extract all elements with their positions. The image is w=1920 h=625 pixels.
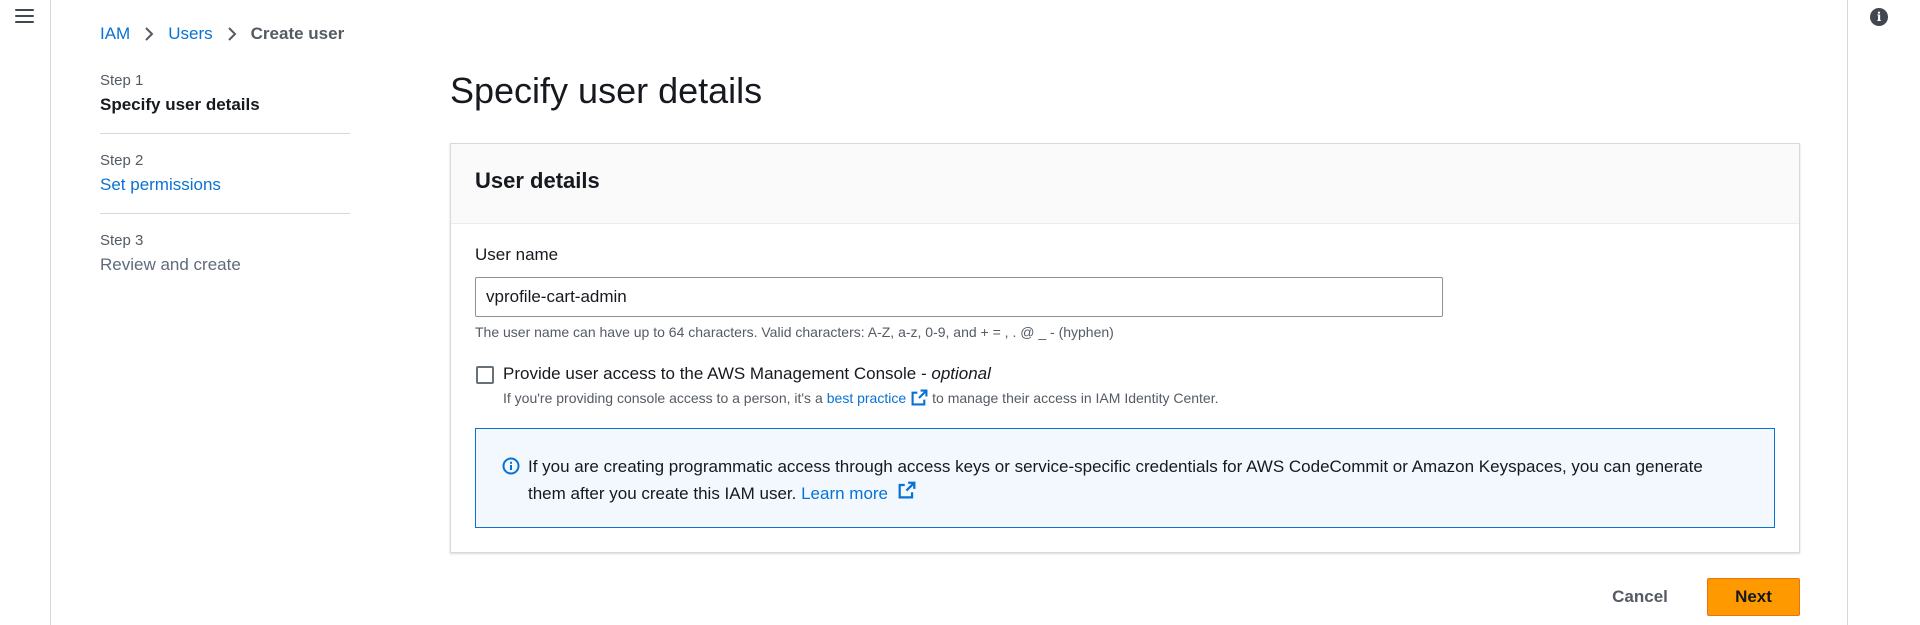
step-title: Review and create <box>100 255 241 274</box>
step-title-link[interactable]: Set permissions <box>100 175 350 195</box>
console-access-label: Provide user access to the AWS Managemen… <box>503 364 991 384</box>
console-access-description: If you're providing console access to a … <box>503 389 1219 406</box>
optional-text: optional <box>931 364 991 383</box>
step-2: Step 2 Set permissions <box>100 152 350 214</box>
learn-more-link[interactable]: Learn more <box>801 484 888 503</box>
external-link-icon <box>898 481 916 499</box>
user-name-label: User name <box>475 245 559 264</box>
info-circle-icon <box>502 456 520 475</box>
step-number: Step 2 <box>100 152 144 169</box>
step-1: Step 1 Specify user details <box>100 72 350 134</box>
best-practice-link[interactable]: best practice <box>827 390 906 406</box>
console-access-checkbox[interactable] <box>476 366 494 384</box>
panel-header: User details <box>451 144 1799 224</box>
user-details-panel: User details User name The user name can… <box>450 143 1800 553</box>
step-number: Step 3 <box>100 232 144 249</box>
user-name-input[interactable] <box>475 277 1443 317</box>
page-title: Specify user details <box>450 70 763 111</box>
chevron-right-icon <box>144 26 154 42</box>
next-button[interactable]: Next <box>1707 578 1800 616</box>
left-navigation-rail <box>0 0 51 625</box>
step-title: Specify user details <box>100 95 260 114</box>
step-number: Step 1 <box>100 72 144 89</box>
external-link-icon <box>911 389 928 406</box>
breadcrumb-iam[interactable]: IAM <box>100 24 130 44</box>
panel-title: User details <box>475 168 600 193</box>
user-name-constraint: The user name can have up to 64 characte… <box>475 324 1114 340</box>
step-3: Step 3 Review and create <box>100 232 350 293</box>
wizard-steps: Step 1 Specify user details Step 2 Set p… <box>100 72 350 311</box>
menu-icon[interactable] <box>15 9 34 26</box>
chevron-right-icon <box>227 26 237 42</box>
alert-text: If you are creating programmatic access … <box>528 457 1703 503</box>
description-text-end: to manage their access in IAM Identity C… <box>932 389 1219 406</box>
cancel-button[interactable]: Cancel <box>1600 578 1680 616</box>
breadcrumb-users[interactable]: Users <box>168 24 212 44</box>
breadcrumb-current: Create user <box>250 24 345 43</box>
description-text: If you're providing console access to a … <box>503 389 823 406</box>
breadcrumb: IAM Users Create user <box>100 24 344 44</box>
info-icon[interactable]: i <box>1870 8 1888 26</box>
right-tools-rail: i <box>1847 0 1920 625</box>
info-alert: If you are creating programmatic access … <box>475 428 1775 528</box>
console-access-label-text: Provide user access to the AWS Managemen… <box>503 364 932 383</box>
